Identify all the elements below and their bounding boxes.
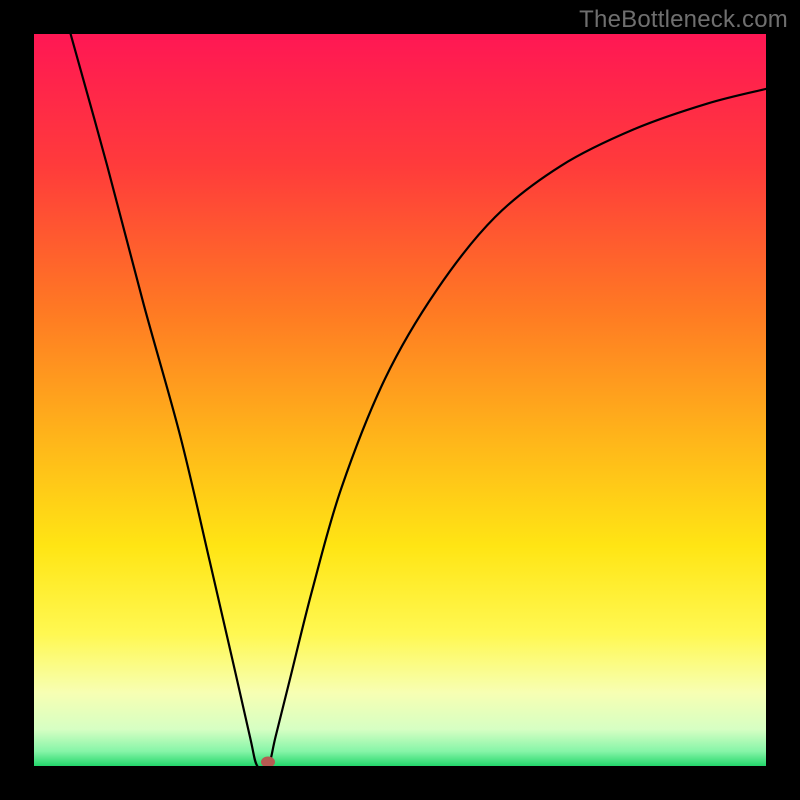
chart-frame: TheBottleneck.com (0, 0, 800, 800)
plot-area (34, 34, 766, 766)
bottleneck-curve (34, 34, 766, 766)
watermark-text: TheBottleneck.com (579, 6, 788, 34)
minimum-marker (261, 757, 275, 766)
